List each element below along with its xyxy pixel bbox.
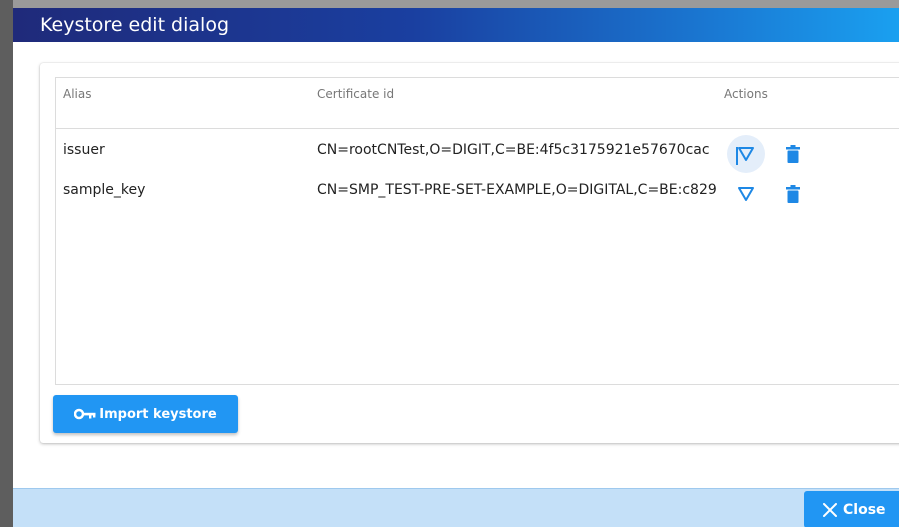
dialog-header: Keystore edit dialog <box>13 8 899 42</box>
delete-button[interactable] <box>774 175 812 213</box>
table-row[interactable]: issuer CN=rootCNTest,O=DIGIT,C=BE:4f5c31… <box>56 135 899 175</box>
close-label: Close <box>843 501 886 518</box>
key-icon <box>74 408 96 420</box>
delete-button[interactable] <box>774 135 812 173</box>
close-button[interactable]: Close <box>804 491 899 527</box>
import-keystore-button[interactable]: Import keystore <box>53 395 238 433</box>
edit-button[interactable] <box>727 135 765 173</box>
certificate-id-cell: CN=rootCNTest,O=DIGIT,C=BE:4f5c3175921e5… <box>317 142 710 158</box>
backdrop-edge <box>0 0 13 527</box>
dialog-title: Keystore edit dialog <box>40 14 230 36</box>
keystore-card: Alias Certificate id Actions issuer CN=r… <box>40 63 899 443</box>
x-icon <box>823 502 837 517</box>
keystore-table: Alias Certificate id Actions issuer CN=r… <box>55 77 899 385</box>
trash-icon <box>786 145 800 163</box>
alias-cell: sample_key <box>63 182 146 198</box>
backdrop <box>0 0 899 8</box>
table-header: Alias Certificate id Actions <box>56 78 899 129</box>
keystore-edit-dialog: Keystore edit dialog Alias Certificate i… <box>13 8 899 527</box>
column-header-alias[interactable]: Alias <box>63 87 91 101</box>
import-keystore-label: Import keystore <box>99 406 217 422</box>
triangle-down-icon <box>738 147 754 161</box>
alias-cell: issuer <box>63 142 105 158</box>
text-cursor <box>736 147 738 165</box>
certificate-id-cell: CN=SMP_TEST-PRE-SET-EXAMPLE,O=DIGITAL,C=… <box>317 182 717 198</box>
edit-button[interactable] <box>727 175 765 213</box>
column-header-certificate-id[interactable]: Certificate id <box>317 87 394 101</box>
dialog-footer: Close <box>13 488 899 527</box>
trash-icon <box>786 185 800 203</box>
triangle-down-icon <box>738 187 754 201</box>
table-row[interactable]: sample_key CN=SMP_TEST-PRE-SET-EXAMPLE,O… <box>56 175 899 215</box>
column-header-actions: Actions <box>724 87 768 101</box>
